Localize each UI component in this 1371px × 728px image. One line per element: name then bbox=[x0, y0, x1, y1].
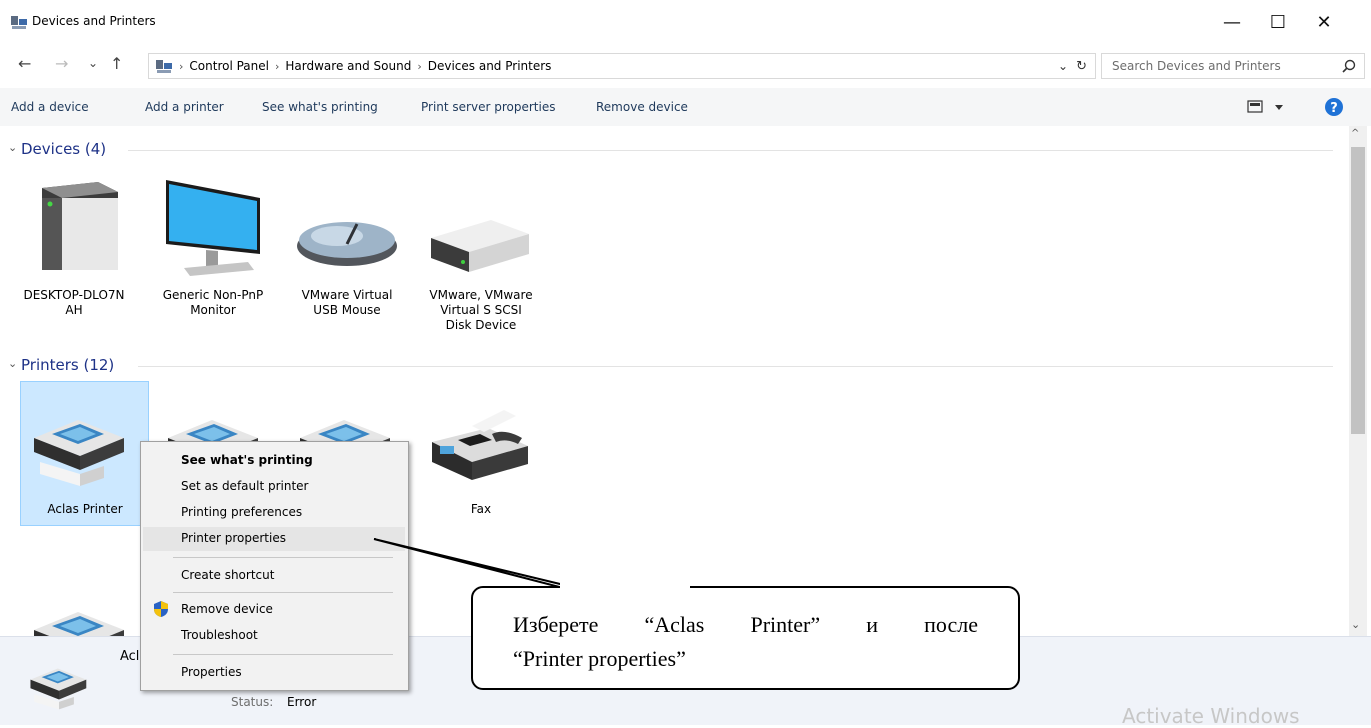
status-value: Error bbox=[287, 695, 317, 709]
devices-group-header[interactable]: Devices (4) bbox=[21, 140, 106, 158]
back-button[interactable]: ← bbox=[18, 54, 31, 73]
refresh-icon[interactable]: ↻ bbox=[1076, 59, 1087, 74]
mouse-icon bbox=[297, 222, 397, 266]
scrollbar-thumb[interactable] bbox=[1351, 147, 1365, 434]
device-scsi-disk[interactable]: VMware, VMware Virtual S SCSI Disk Devic… bbox=[426, 288, 536, 333]
window-title: Devices and Printers bbox=[32, 14, 156, 28]
device-desktop[interactable]: DESKTOP-DLO7N AH bbox=[19, 288, 129, 318]
scroll-down-icon[interactable]: ⌄ bbox=[1351, 618, 1360, 631]
close-button[interactable]: ✕ bbox=[1301, 0, 1347, 44]
device-label: DESKTOP-DLO7N AH bbox=[23, 288, 125, 317]
breadcrumb-hardware-and-sound[interactable]: Hardware and Sound bbox=[285, 59, 411, 73]
printer-icon bbox=[30, 668, 87, 710]
menu-item-printer-properties[interactable]: Printer properties bbox=[181, 531, 286, 545]
devices-printers-icon bbox=[156, 60, 172, 73]
callout-line-1: Изберете “Aclas Printer” и после bbox=[513, 612, 978, 637]
device-usb-mouse[interactable]: VMware Virtual USB Mouse bbox=[292, 288, 402, 318]
menu-item-set-default[interactable]: Set as default printer bbox=[181, 479, 309, 493]
chevron-right-icon: › bbox=[417, 59, 422, 73]
device-label: Generic Non-PnP Monitor bbox=[162, 288, 264, 317]
address-bar[interactable]: › Control Panel › Hardware and Sound › D… bbox=[148, 53, 1096, 79]
disk-drive-icon bbox=[431, 220, 529, 272]
menu-item-troubleshoot[interactable]: Troubleshoot bbox=[181, 628, 258, 642]
menu-item-printing-preferences[interactable]: Printing preferences bbox=[181, 505, 302, 519]
print-server-properties-button[interactable]: Print server properties bbox=[421, 100, 555, 114]
maximize-button[interactable]: ☐ bbox=[1255, 0, 1301, 44]
printer-icon bbox=[34, 420, 124, 486]
printer-aclas[interactable]: Aclas Printer bbox=[30, 502, 140, 517]
svg-text:?: ? bbox=[1330, 101, 1338, 116]
search-placeholder: Search Devices and Printers bbox=[1112, 59, 1281, 73]
collapse-chevron-icon[interactable]: ⌄ bbox=[8, 357, 17, 370]
menu-item-create-shortcut[interactable]: Create shortcut bbox=[181, 568, 274, 582]
view-options-icon[interactable] bbox=[1247, 100, 1287, 114]
up-button[interactable]: ↑ bbox=[110, 54, 123, 73]
help-icon[interactable]: ? bbox=[1324, 97, 1344, 117]
shield-icon bbox=[154, 601, 168, 617]
callout-pointer-joint bbox=[560, 583, 690, 588]
device-label: VMware, VMware Virtual S SCSI Disk Devic… bbox=[429, 288, 533, 332]
selected-device-name: Acl bbox=[120, 649, 140, 664]
minimize-button[interactable]: — bbox=[1209, 0, 1255, 44]
fax-icon bbox=[432, 410, 528, 480]
collapse-chevron-icon[interactable]: ⌄ bbox=[8, 141, 17, 154]
add-printer-button[interactable]: Add a printer bbox=[145, 100, 224, 114]
forward-button[interactable]: → bbox=[55, 54, 68, 73]
printers-group-header[interactable]: Printers (12) bbox=[21, 356, 114, 374]
recent-locations-button[interactable]: ⌄ bbox=[88, 56, 98, 70]
address-dropdown-icon[interactable]: ⌄ bbox=[1058, 59, 1068, 73]
computer-tower-icon bbox=[42, 182, 118, 270]
search-icon[interactable] bbox=[1342, 59, 1356, 73]
printer-label: Aclas Printer bbox=[47, 502, 123, 516]
device-label: VMware Virtual USB Mouse bbox=[301, 288, 393, 317]
search-box[interactable]: Search Devices and Printers bbox=[1101, 53, 1365, 79]
command-bar: Add a device Add a printer See what's pr… bbox=[0, 88, 1371, 126]
menu-separator bbox=[173, 654, 393, 655]
monitor-icon bbox=[166, 180, 260, 276]
menu-item-properties[interactable]: Properties bbox=[181, 665, 242, 679]
group-divider bbox=[138, 366, 1333, 367]
scroll-up-icon[interactable]: ^ bbox=[1351, 128, 1359, 139]
chevron-right-icon: › bbox=[274, 59, 280, 73]
status-label: Status: bbox=[231, 695, 274, 709]
address-row: ← → ⌄ ↑ › Control Panel › Hardware and S… bbox=[0, 48, 1371, 82]
activation-watermark: Activate Windows bbox=[1122, 704, 1300, 728]
callout-line-2: “Printer properties” bbox=[513, 646, 686, 671]
see-whats-printing-button[interactable]: See what's printing bbox=[262, 100, 378, 114]
remove-device-button[interactable]: Remove device bbox=[596, 100, 688, 114]
group-divider bbox=[128, 150, 1333, 151]
title-bar: Devices and Printers — ☐ ✕ bbox=[0, 0, 1371, 44]
menu-item-remove-device[interactable]: Remove device bbox=[181, 602, 273, 616]
chevron-right-icon: › bbox=[179, 59, 184, 73]
breadcrumb-control-panel[interactable]: Control Panel bbox=[189, 59, 269, 73]
add-device-button[interactable]: Add a device bbox=[11, 100, 89, 114]
breadcrumb-devices-and-printers[interactable]: Devices and Printers bbox=[428, 59, 552, 73]
printer-fax[interactable]: Fax bbox=[426, 502, 536, 517]
device-monitor[interactable]: Generic Non-PnP Monitor bbox=[158, 288, 268, 318]
devices-printers-icon bbox=[11, 16, 27, 29]
menu-item-see-whats-printing[interactable]: See what's printing bbox=[181, 453, 313, 467]
printer-label: Fax bbox=[470, 502, 492, 516]
instruction-callout: Изберете “Aclas Printer” и после “Printe… bbox=[471, 586, 1020, 690]
